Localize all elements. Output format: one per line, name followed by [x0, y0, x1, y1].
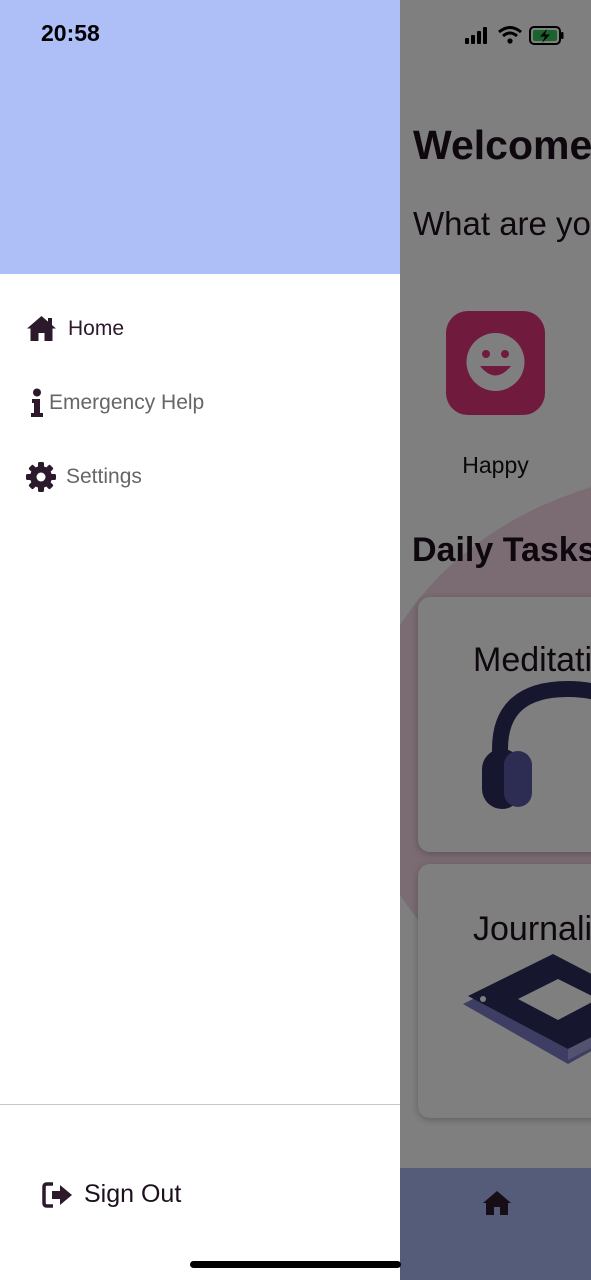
- home-icon: [26, 315, 57, 347]
- status-time: 20:58: [41, 20, 100, 46]
- drawer-item-home[interactable]: Home: [0, 301, 400, 357]
- drawer-divider: [0, 1104, 400, 1105]
- drawer-item-label: Settings: [66, 465, 142, 488]
- sign-out-button[interactable]: Sign Out: [30, 1168, 330, 1224]
- drawer-item-label: Emergency Help: [49, 391, 205, 414]
- drawer-item-settings[interactable]: Settings: [0, 449, 400, 505]
- sign-out-icon: [42, 1181, 74, 1214]
- gear-icon: [25, 461, 57, 498]
- drawer-item-emergency-help[interactable]: Emergency Help: [0, 375, 400, 431]
- navigation-drawer: 20:58 Home Emergency Help Settings Sign …: [0, 0, 400, 1280]
- info-icon: [30, 388, 44, 423]
- home-indicator[interactable]: [190, 1261, 401, 1268]
- sign-out-label: Sign Out: [84, 1180, 182, 1208]
- drawer-item-label: Home: [68, 317, 125, 340]
- drawer-header: 20:58: [0, 0, 400, 274]
